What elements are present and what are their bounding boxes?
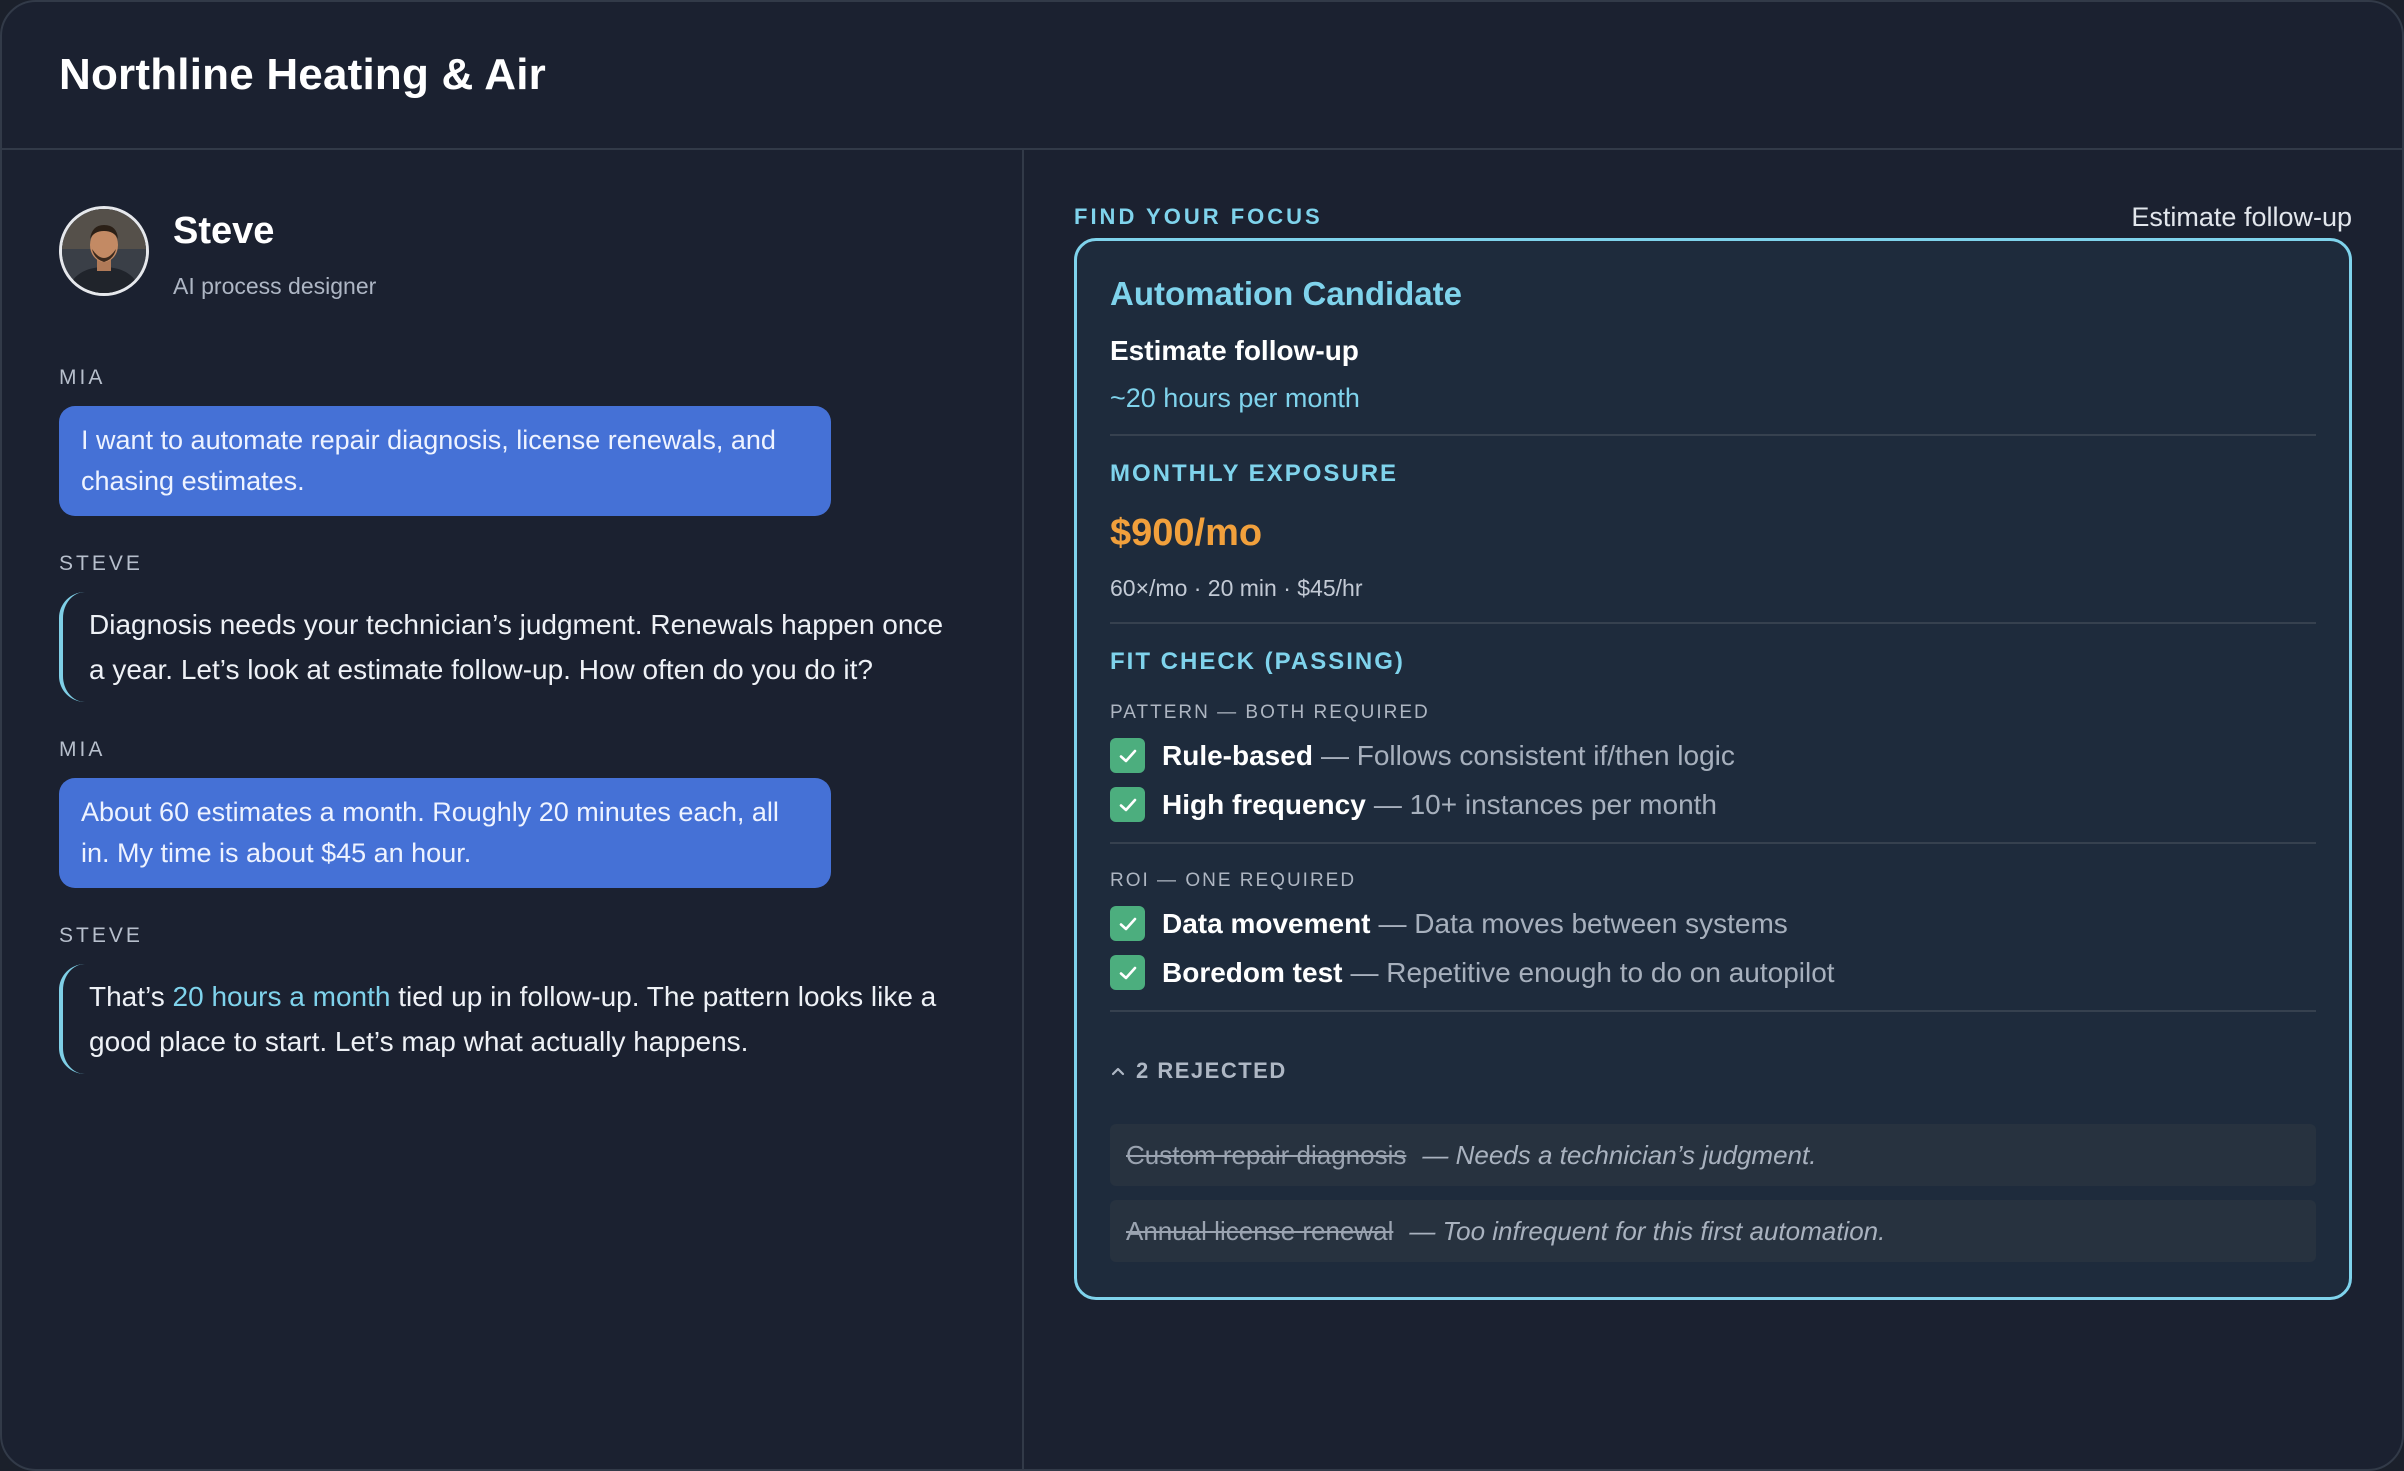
candidate-name: Estimate follow-up	[1110, 335, 1359, 366]
check-icon[interactable]	[1110, 906, 1145, 941]
criterion-desc: — Data moves between systems	[1378, 907, 1788, 939]
divider	[1110, 1010, 2316, 1012]
rejected-toggle[interactable]: 2 REJECTED	[1110, 1058, 2316, 1084]
exposure-value: $900/mo	[1110, 512, 1263, 554]
speaker-label: MIA	[59, 366, 106, 389]
user-message: I want to automate repair diagnosis, lic…	[59, 406, 831, 516]
rejected-item: Annual license renewal — Too infrequent …	[1110, 1200, 2316, 1262]
roi-label: ROI — ONE REQUIRED	[1110, 870, 1357, 891]
app-window: Northline Heating & Air Steve AI process…	[0, 0, 2404, 1471]
exposure-label: MONTHLY EXPOSURE	[1110, 460, 1399, 487]
highlight-text: 20 hours a month	[172, 981, 391, 1012]
check-icon[interactable]	[1110, 738, 1145, 773]
criterion-rule-based[interactable]: Rule-based — Follows consistent if/then …	[1110, 738, 2316, 773]
persona-role: AI process designer	[173, 273, 377, 299]
rejected-list: Custom repair diagnosis — Needs a techni…	[1110, 1124, 2316, 1262]
assistant-message-text: That’s	[89, 981, 173, 1012]
rejected-reason: — Too infrequent for this first automati…	[1409, 1215, 1886, 1246]
avatar	[59, 206, 149, 296]
header: Northline Heating & Air	[2, 2, 2402, 150]
focus-section-label: FIND YOUR FOCUS	[1074, 204, 1323, 229]
assistant-message: That’s 20 hours a month tied up in follo…	[59, 964, 965, 1074]
criterion-name: High frequency	[1162, 788, 1366, 820]
check-icon[interactable]	[1110, 787, 1145, 822]
criterion-desc: — Follows consistent if/then logic	[1320, 739, 1735, 771]
automation-candidate-card: Automation Candidate Estimate follow-up …	[1074, 238, 2352, 1300]
user-message: About 60 estimates a month. Roughly 20 m…	[59, 778, 831, 888]
rejected-name: Custom repair diagnosis	[1126, 1139, 1407, 1170]
rejected-toggle-label: 2 REJECTED	[1136, 1058, 1287, 1083]
rejected-name: Annual license renewal	[1126, 1215, 1394, 1246]
pattern-label: PATTERN — BOTH REQUIRED	[1110, 702, 1430, 723]
focus-panel: FIND YOUR FOCUS Estimate follow-up Autom…	[1024, 150, 2402, 1469]
speaker-label: STEVE	[59, 552, 143, 575]
criterion-name: Data movement	[1162, 907, 1371, 939]
assistant-message-text: Diagnosis needs your technician’s judgme…	[89, 609, 944, 685]
check-icon[interactable]	[1110, 955, 1145, 990]
rejected-item: Custom repair diagnosis — Needs a techni…	[1110, 1124, 2316, 1186]
app-title: Northline Heating & Air	[59, 50, 546, 99]
fit-check-label: FIT CHECK (PASSING)	[1110, 648, 1405, 675]
criterion-name: Boredom test	[1162, 956, 1343, 988]
criterion-data-movement[interactable]: Data movement — Data moves between syste…	[1110, 906, 2316, 941]
divider	[1110, 434, 2316, 436]
criterion-desc: — 10+ instances per month	[1373, 788, 1718, 820]
speaker-label: MIA	[59, 738, 106, 761]
divider	[1110, 842, 2316, 844]
speaker-label: STEVE	[59, 924, 143, 947]
chat-panel: Steve AI process designer MIA I want to …	[2, 150, 1024, 1469]
divider	[1110, 622, 2316, 624]
assistant-message: Diagnosis needs your technician’s judgme…	[59, 592, 965, 702]
card-title: Automation Candidate	[1110, 275, 1462, 312]
exposure-formula: 60×/mo · 20 min · $45/hr	[1110, 575, 1363, 601]
criterion-name: Rule-based	[1162, 739, 1313, 771]
criterion-high-frequency[interactable]: High frequency — 10+ instances per month	[1110, 787, 2316, 822]
chevron-up-icon	[1110, 1061, 1126, 1082]
criterion-boredom-test[interactable]: Boredom test — Repetitive enough to do o…	[1110, 955, 2316, 990]
persona-name: Steve	[173, 210, 275, 252]
candidate-hours: ~20 hours per month	[1110, 383, 1360, 413]
persona-header: Steve AI process designer	[59, 206, 965, 326]
rejected-reason: — Needs a technician’s judgment.	[1422, 1139, 1817, 1170]
current-focus: Estimate follow-up	[2131, 201, 2352, 232]
criterion-desc: — Repetitive enough to do on autopilot	[1350, 956, 1835, 988]
